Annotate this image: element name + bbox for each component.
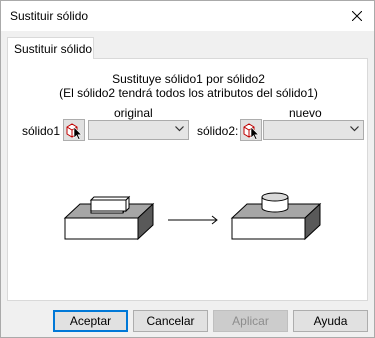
close-button[interactable] <box>346 5 368 27</box>
tab-label: Sustituir sólido <box>14 42 93 56</box>
description-line-2: (El sólido2 tendrá todos los atributos d… <box>59 86 318 100</box>
original-column-label: original <box>114 106 153 120</box>
tab-sustituir-solido[interactable]: Sustituir sólido <box>7 37 94 59</box>
pick-solid-icon <box>243 123 260 140</box>
tab-panel: Sustituye sólido1 por sólido2 (El sólido… <box>7 58 368 301</box>
dialog-window: Sustituir sólido Sustituir sólido Sustit… <box>0 0 375 338</box>
chevron-down-icon <box>175 126 184 132</box>
solido1-label: sólido1 <box>22 124 61 138</box>
description-line-1: Sustituye sólido1 por sólido2 <box>112 72 265 86</box>
cancel-button[interactable]: Cancelar <box>133 310 208 332</box>
pick-solid-icon <box>66 123 83 140</box>
solido1-combobox[interactable] <box>88 120 189 140</box>
pick-solido1-button[interactable] <box>63 119 85 141</box>
arrow-right-icon <box>168 215 218 225</box>
help-button[interactable]: Ayuda <box>293 310 368 332</box>
original-solid-drawing <box>63 195 155 241</box>
window-title: Sustituir sólido <box>10 9 89 23</box>
nuevo-column-label: nuevo <box>289 106 322 120</box>
accept-button[interactable]: Aceptar <box>53 310 128 332</box>
title-bar: Sustituir sólido <box>1 1 374 31</box>
close-icon <box>352 11 362 21</box>
solido2-label: sólido2: <box>197 124 239 138</box>
substitution-illustration <box>63 192 322 241</box>
apply-button[interactable]: Aplicar <box>213 310 288 332</box>
solido2-combobox[interactable] <box>263 120 364 140</box>
new-solid-drawing <box>230 192 322 241</box>
chevron-down-icon <box>350 126 359 132</box>
pick-solido2-button[interactable] <box>240 119 262 141</box>
